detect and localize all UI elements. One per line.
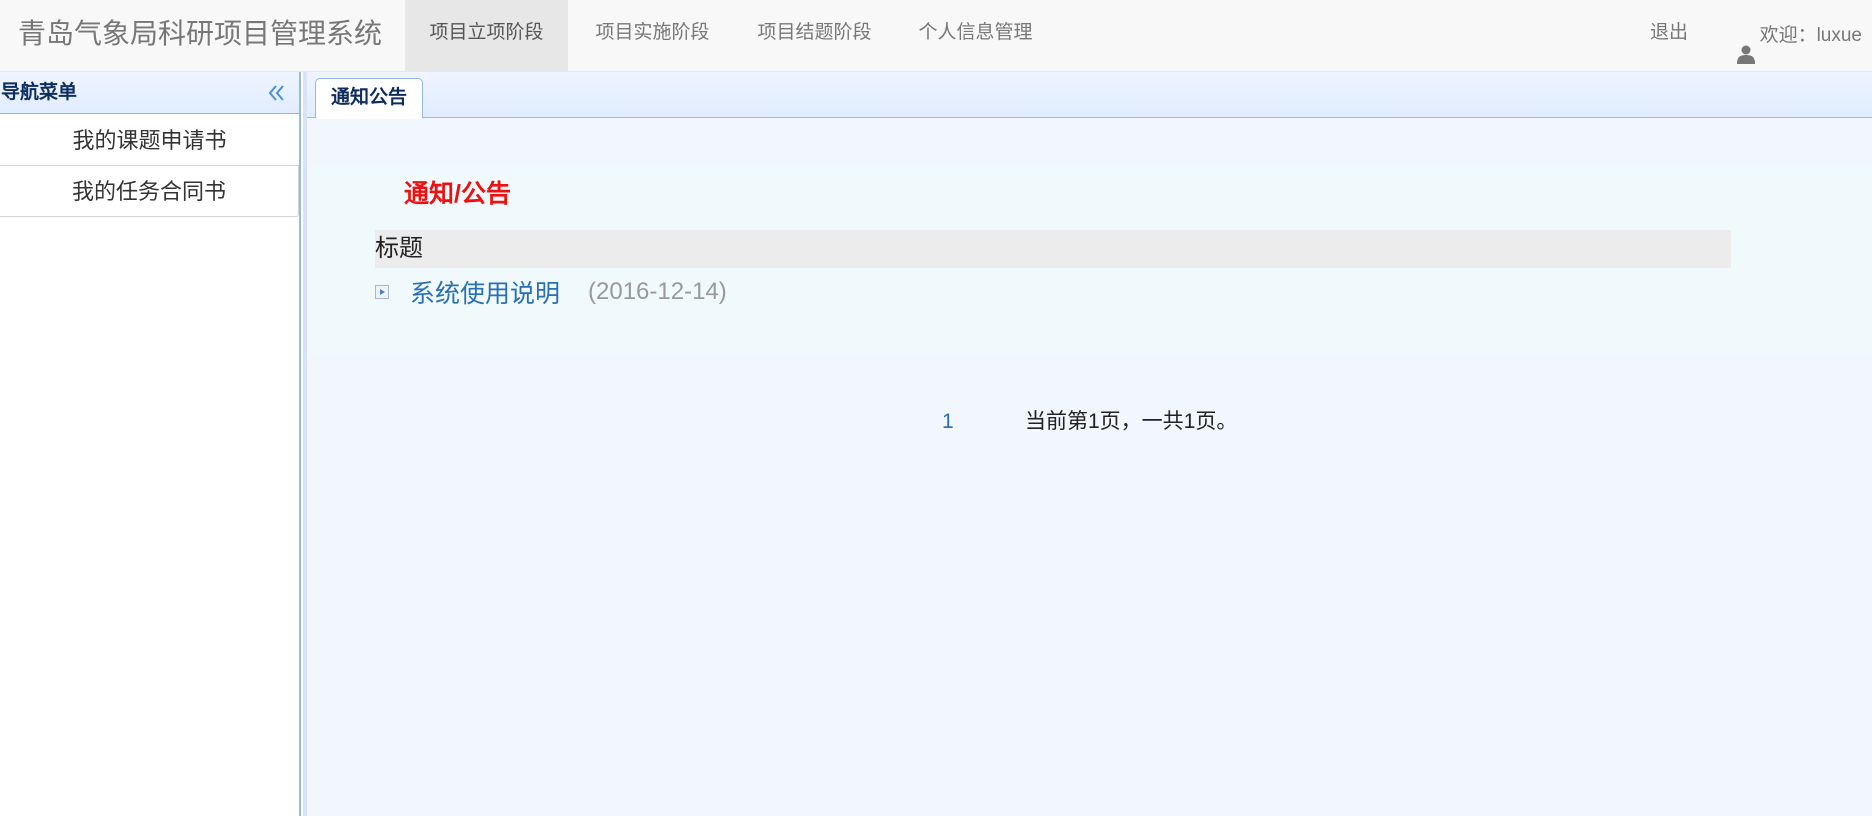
nav-item-project-implementation[interactable]: 项目实施阶段 <box>575 0 730 71</box>
welcome-user[interactable]: 欢迎：luxue <box>1736 0 1862 71</box>
arrow-bullet-icon <box>375 285 389 299</box>
tab-notice[interactable]: 通知公告 <box>315 78 423 119</box>
nav-item-personal-info[interactable]: 个人信息管理 <box>898 0 1053 71</box>
tabs-header: 通知公告 <box>307 72 1872 119</box>
page-link-1[interactable]: 1 <box>942 402 954 442</box>
nav-item-project-initiation[interactable]: 项目立项阶段 <box>405 0 568 71</box>
table-header-title: 标题 <box>375 230 1731 268</box>
welcome-text: 欢迎：luxue <box>1759 24 1862 46</box>
sidebar-title: 导航菜单 <box>1 82 78 103</box>
sidebar-item-my-topic-application[interactable]: 我的课题申请书 <box>0 115 299 166</box>
user-icon <box>1736 26 1756 64</box>
sidebar: 导航菜单 我的课题申请书 我的任务合同书 <box>0 72 301 816</box>
double-chevron-left-icon[interactable] <box>267 83 287 103</box>
nav-item-project-completion[interactable]: 项目结题阶段 <box>737 0 892 71</box>
notice-heading: 通知/公告 <box>404 180 511 208</box>
page-status: 当前第1页，一共1页。 <box>1025 410 1238 433</box>
sidebar-header: 导航菜单 <box>0 72 299 114</box>
notice-title-link[interactable]: 系统使用说明 <box>410 274 560 310</box>
top-navbar: 青岛气象局科研项目管理系统 项目立项阶段 项目实施阶段 项目结题阶段 个人信息管… <box>0 0 1872 72</box>
app-title[interactable]: 青岛气象局科研项目管理系统 <box>18 14 382 54</box>
pagination: 1 当前第1页，一共1页。 <box>307 402 1872 442</box>
sidebar-item-my-task-contract[interactable]: 我的任务合同书 <box>0 166 299 217</box>
list-item: 系统使用说明 (2016-12-14) <box>375 272 727 312</box>
notice-date: (2016-12-14) <box>588 278 727 305</box>
logout-link[interactable]: 退出 <box>1636 0 1702 71</box>
main-panel: 通知公告 通知/公告 标题 系统使用说明 (2016-12-14) 1 当前第1… <box>303 72 1872 816</box>
